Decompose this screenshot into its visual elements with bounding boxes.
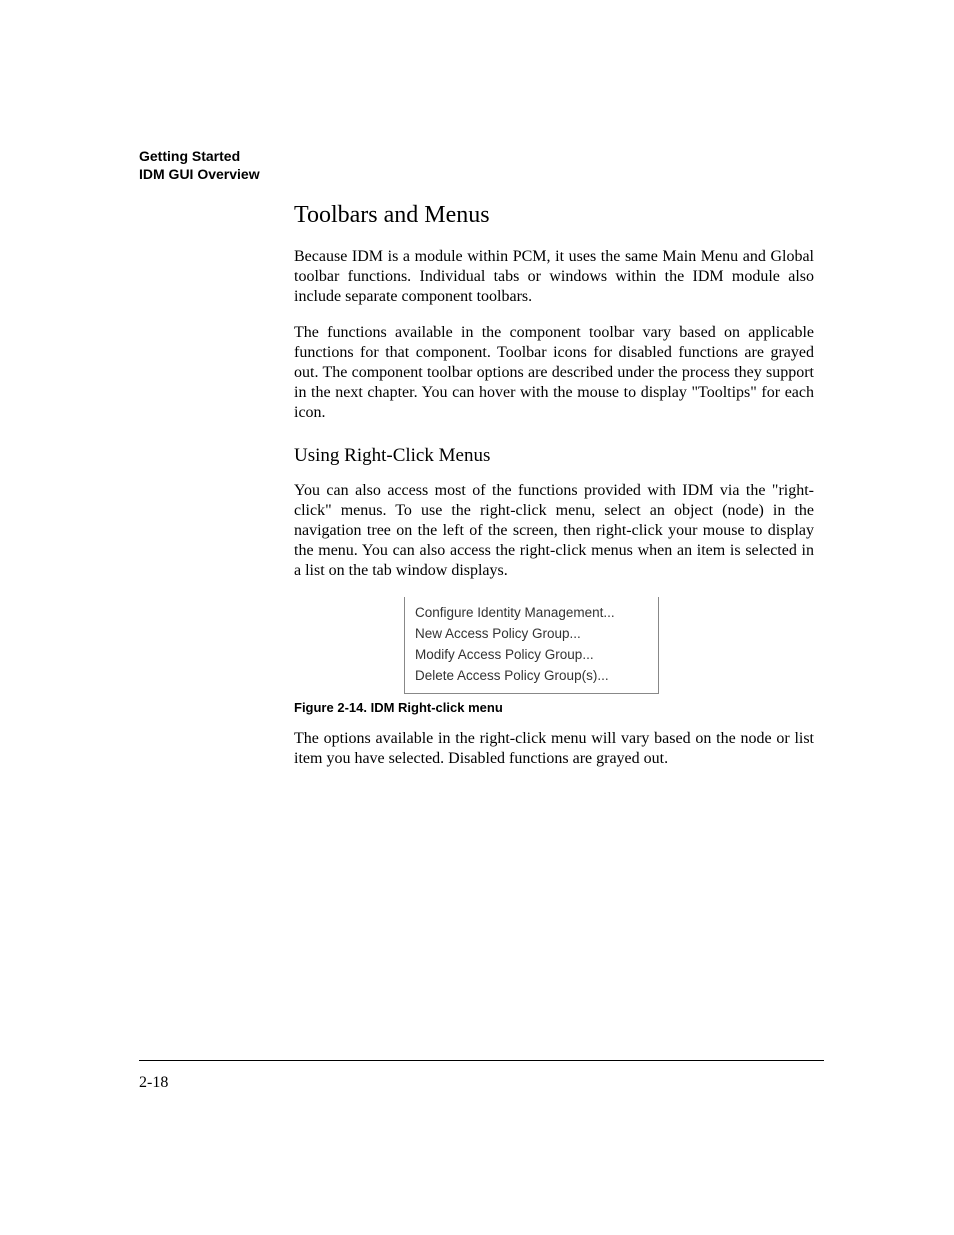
context-menu: Configure Identity Management... New Acc… (404, 597, 659, 694)
paragraph: The options available in the right-click… (294, 729, 814, 769)
figure-caption: Figure 2-14. IDM Right-click menu (294, 700, 814, 715)
context-menu-item[interactable]: New Access Policy Group... (415, 624, 648, 645)
main-content: Toolbars and Menus Because IDM is a modu… (294, 202, 814, 785)
paragraph: Because IDM is a module within PCM, it u… (294, 247, 814, 307)
figure: Configure Identity Management... New Acc… (294, 597, 814, 694)
paragraph: The functions available in the component… (294, 323, 814, 423)
footer-rule (139, 1060, 824, 1061)
header-chapter: Getting Started (139, 148, 260, 166)
section-heading: Toolbars and Menus (294, 202, 814, 229)
context-menu-item[interactable]: Modify Access Policy Group... (415, 645, 648, 666)
subsection-heading: Using Right-Click Menus (294, 445, 814, 467)
context-menu-item[interactable]: Configure Identity Management... (415, 603, 648, 624)
page-number: 2-18 (139, 1074, 168, 1092)
running-header: Getting Started IDM GUI Overview (139, 148, 260, 183)
header-section: IDM GUI Overview (139, 166, 260, 184)
paragraph: You can also access most of the function… (294, 481, 814, 581)
context-menu-item[interactable]: Delete Access Policy Group(s)... (415, 666, 648, 687)
